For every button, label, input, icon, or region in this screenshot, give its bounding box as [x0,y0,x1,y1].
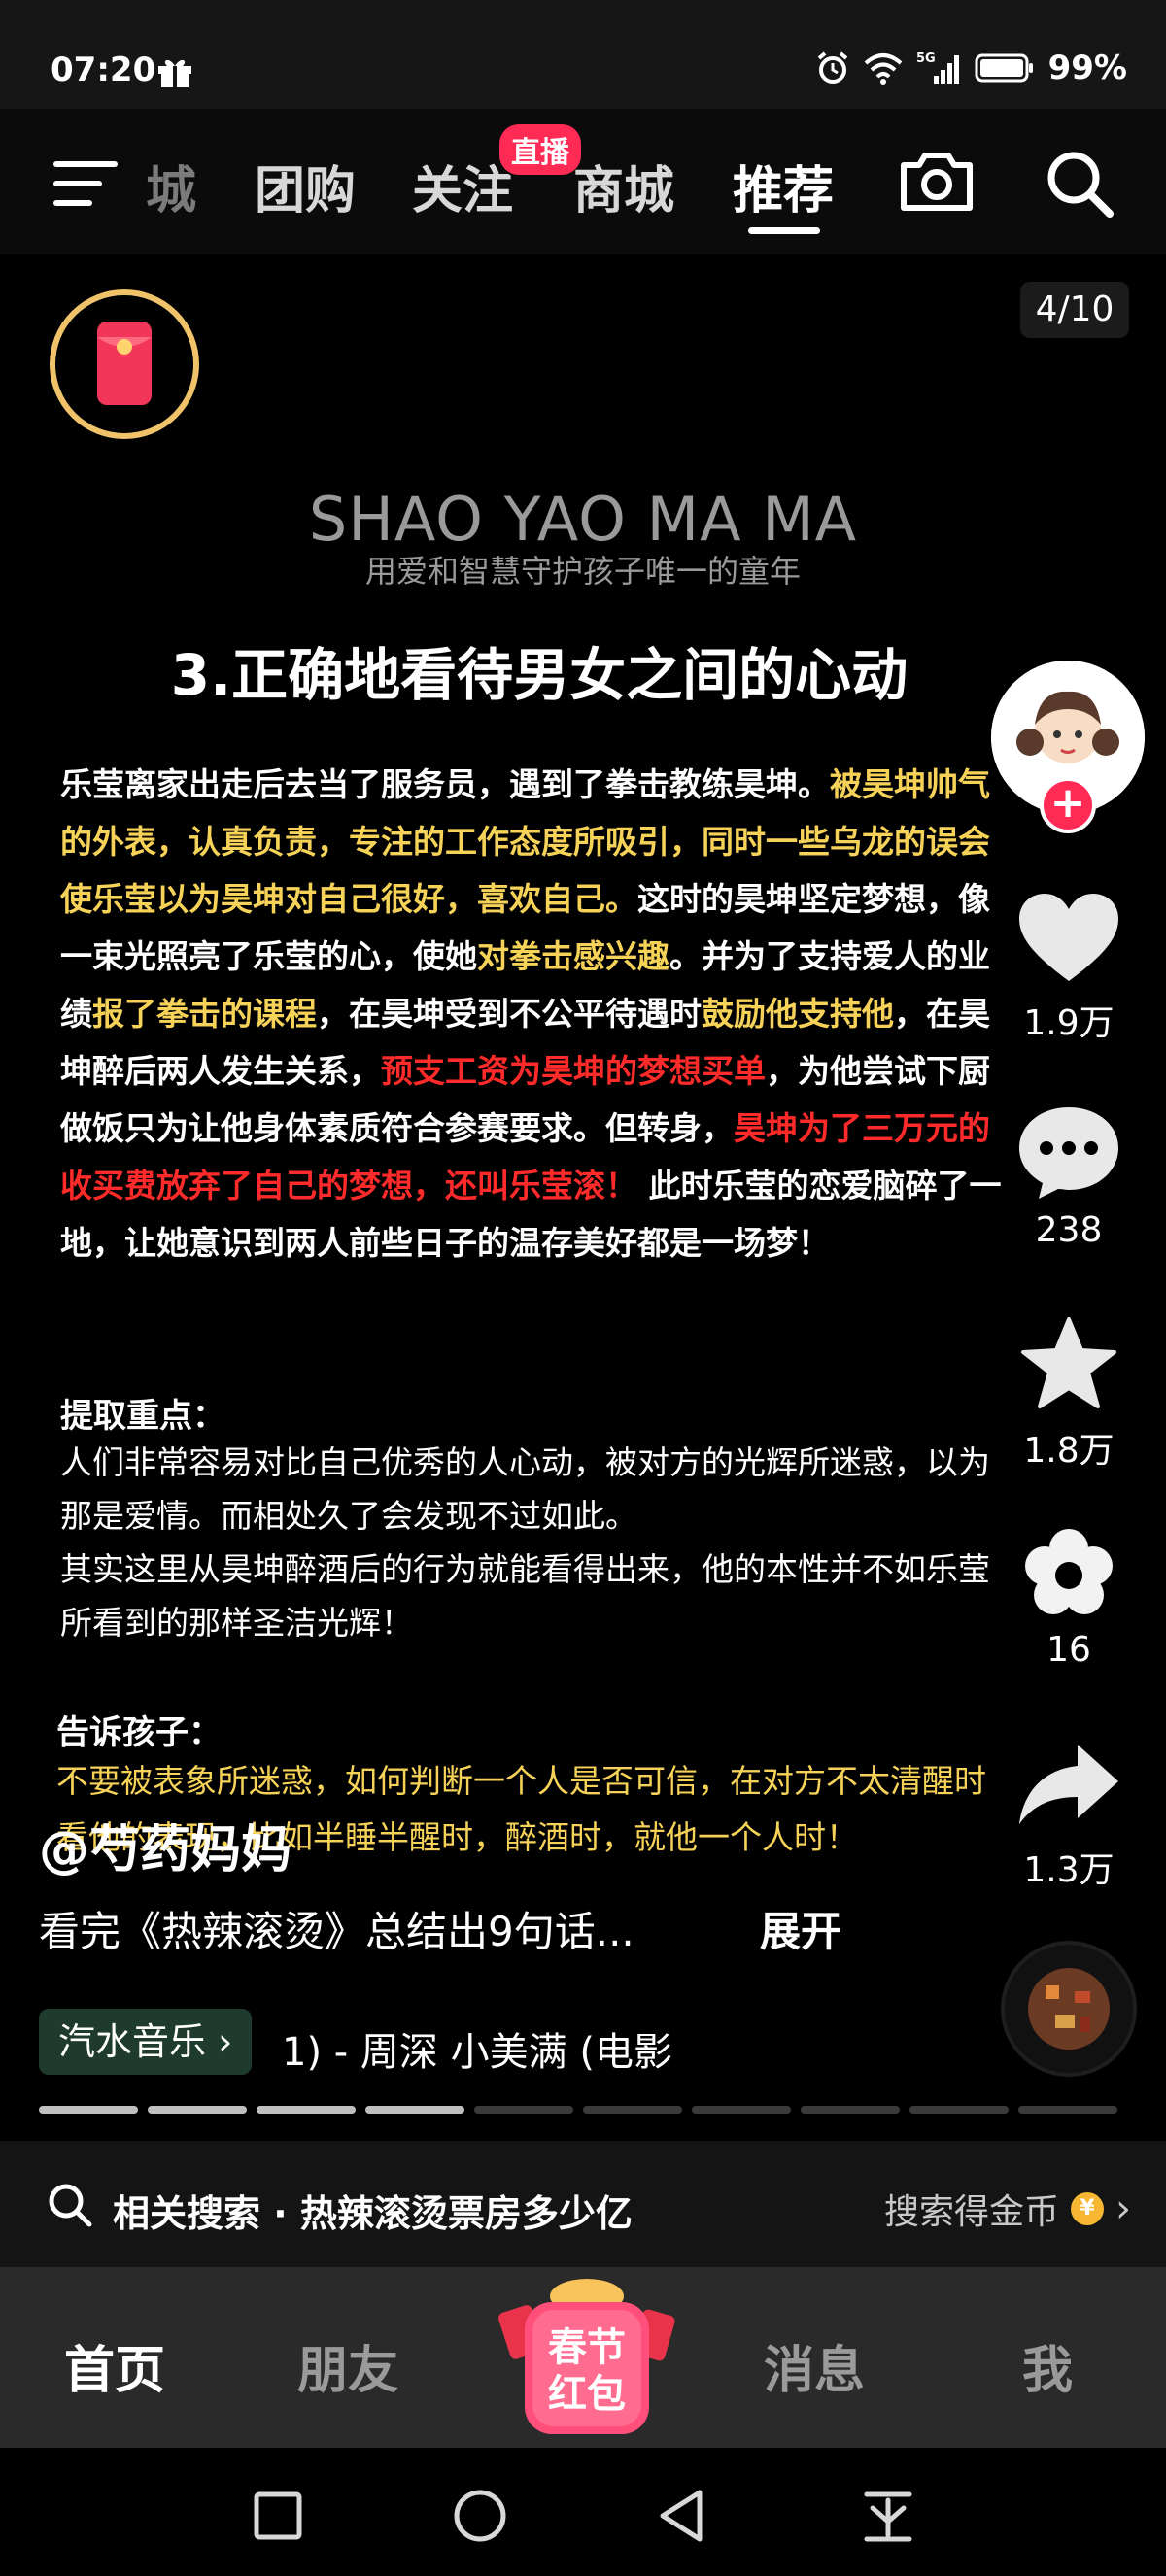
status-icons: 5G 99% [815,49,1127,87]
tab-home[interactable]: 首页 [64,2329,165,2402]
flower-count: 16 [1046,1630,1091,1670]
progress-segment [474,2106,573,2114]
story-highlight: 报了拳击的课程 [92,995,317,1033]
like-button[interactable]: 1.9万 [1001,892,1137,1045]
music-track-text[interactable]: 1) - 周深 小美满 (电影 [282,2020,672,2077]
music-tag-label: 汽水音乐 [58,2020,207,2063]
favorite-button[interactable]: 1.8万 [1001,1315,1137,1473]
search-icon[interactable] [1044,148,1115,220]
search-coins-label: 搜索得金币 [883,2192,1059,2232]
share-button[interactable]: 1.3万 [1001,1739,1137,1892]
home-icon[interactable] [451,2487,509,2545]
page-counter: 4/10 [1020,282,1129,338]
camera-icon[interactable] [898,148,976,216]
brand-subtitle: 用爱和智慧守护孩子唯一的童年 [364,553,801,590]
comment-button[interactable]: 238 [1001,1103,1137,1250]
flower-button[interactable]: 16 [1001,1527,1137,1670]
top-nav: 城 团购 关注 直播 商城 推荐 [0,109,1166,254]
brand-title: SHAO YAO MA MA [308,484,858,555]
tab-recommend[interactable]: 推荐 [733,150,834,222]
progress-segment [801,2106,900,2114]
author-name[interactable]: @芍药妈妈 [39,1809,292,1881]
chevron-right-icon: › [1115,2186,1131,2231]
spring-festival-red-packet-button[interactable]: 春节 红包 [496,2273,678,2438]
active-tab-indicator [748,227,820,234]
story-highlight: 对拳击感兴趣 [477,937,669,975]
favorite-count: 1.8万 [1023,1431,1115,1471]
key-points-title: 提取重点： [60,1397,225,1436]
music-source-tag[interactable]: 汽水音乐 › [39,2009,253,2075]
post-heading: 3.正确地看待男女之间的心动 [170,642,909,708]
follow-button[interactable]: + [1040,777,1096,833]
tab-friends[interactable]: 朋友 [297,2329,398,2402]
progress-segment [39,2106,138,2114]
cellular-signal-icon: 5G [916,51,959,84]
svg-text:红包: 红包 [548,2372,626,2417]
slide-progress [39,2106,1117,2114]
related-search-bar[interactable]: 相关搜索 · 热辣滚烫票房多少亿 搜索得金币 ¥ › [0,2141,1166,2267]
notification-shade-icon[interactable] [859,2487,917,2545]
alarm-icon [817,51,847,84]
like-count: 1.9万 [1023,1003,1115,1043]
tell-kids-title: 告诉孩子： [56,1713,222,1752]
tab-mall-partial[interactable]: 城 [146,150,196,222]
story-highlight: 鼓励他支持他 [702,995,894,1033]
progress-segment [257,2106,356,2114]
comment-icon [1019,1107,1118,1199]
story-text: 乐莹离家出走后去当了服务员，遇到了拳击教练昊坤。 [60,765,830,803]
key-points-line2: 其实这里从昊坤醉酒后的行为就能看得出来，他的本性并不如乐莹所看到的那样圣洁光辉！ [60,1550,990,1642]
svg-text:春节: 春节 [548,2325,626,2370]
coin-icon: ¥ [1071,2192,1104,2225]
tab-messages[interactable]: 消息 [764,2329,865,2402]
gift-icon [158,59,191,87]
progress-segment [692,2106,791,2114]
search-icon [49,2184,92,2227]
progress-segment [909,2106,1009,2114]
wifi-icon [864,53,902,85]
progress-segment [148,2106,247,2114]
progress-segment [365,2106,464,2114]
share-count: 1.3万 [1023,1850,1115,1890]
progress-segment [583,2106,682,2114]
tab-me[interactable]: 我 [1022,2329,1073,2402]
status-time: 07:20 [51,51,156,89]
chevron-right-icon: › [218,2020,233,2063]
red-packet-icon[interactable] [47,287,202,442]
music-cover-icon [1005,1945,1133,2073]
comment-count: 238 [1035,1210,1103,1250]
star-icon [1021,1317,1116,1408]
svg-text:5G: 5G [916,51,936,66]
back-icon[interactable] [653,2487,711,2545]
search-coins-link[interactable]: 搜索得金币 ¥ › [884,2184,1131,2234]
system-navigation-bar [0,2448,1166,2576]
video-caption[interactable]: 看完《热辣滚烫》总结出9句话... [39,1899,634,1958]
music-disc[interactable] [1001,1941,1137,2077]
flower-icon [1025,1529,1113,1614]
heart-icon [1019,894,1118,981]
related-search-text[interactable]: 相关搜索 · 热辣滚烫票房多少亿 [113,2184,633,2237]
menu-icon[interactable] [53,159,118,208]
progress-segment [1018,2106,1117,2114]
story-highlight-red: 预支工资为昊坤的梦想买单 [381,1052,766,1090]
expand-button[interactable]: 展开 [760,1899,841,1958]
tab-group-buy[interactable]: 团购 [255,150,356,222]
share-arrow-icon [1019,1745,1118,1824]
battery-percent: 99% [1047,49,1127,87]
tab-shop[interactable]: 商城 [573,150,674,222]
story-text: ，在昊坤受到不公平待遇时 [317,995,702,1033]
battery-icon [975,53,1033,83]
red-envelope-icon: 春节 红包 [498,2279,675,2434]
live-badge: 直播 [497,122,583,177]
status-bar: 07:20 5G 99% [0,0,1166,109]
recent-apps-icon[interactable] [249,2487,307,2545]
key-points-line1: 人们非常容易对比自己优秀的人心动，被对方的光辉所迷惑，以为那是爱情。而相处久了会… [60,1443,990,1535]
story-paragraph: 乐莹离家出走后去当了服务员，遇到了拳击教练昊坤。被昊坤帅气的外表，认真负责，专注… [60,756,1003,1271]
